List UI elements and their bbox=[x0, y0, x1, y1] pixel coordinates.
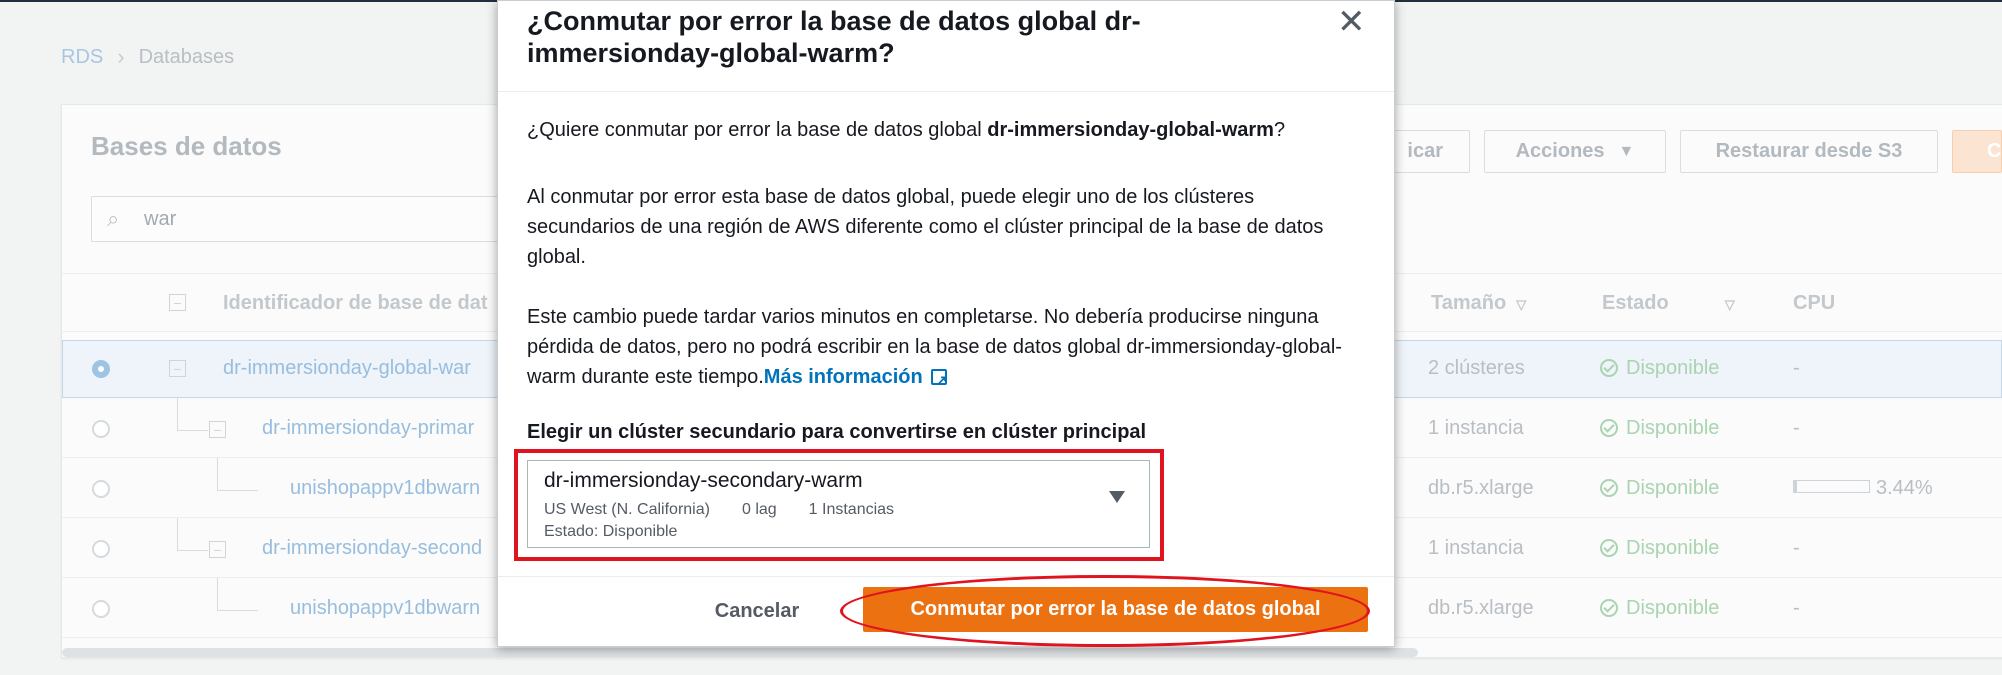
tree-connector bbox=[217, 458, 258, 491]
tree-connector bbox=[177, 398, 208, 431]
search-icon: ⌕ bbox=[107, 206, 120, 231]
actions-button[interactable]: Acciones ▼ bbox=[1484, 130, 1666, 173]
caret-down-icon bbox=[1109, 491, 1125, 503]
row-cpu: - bbox=[1793, 357, 1800, 379]
breadcrumb-current: Databases bbox=[138, 45, 235, 68]
row-identifier-link[interactable]: unishopappv1dbwarn bbox=[290, 597, 480, 620]
search-box[interactable]: ⌕ bbox=[91, 196, 513, 242]
row-cpu: - bbox=[1793, 417, 1800, 439]
check-circle-icon bbox=[1600, 479, 1618, 497]
row-size: db.r5.xlarge bbox=[1428, 477, 1534, 499]
cpu-usage-fill bbox=[1794, 481, 1797, 492]
question-db-name: dr-immersionday-global-warm bbox=[987, 119, 1274, 141]
row-identifier-link[interactable]: dr-immersionday-global-war bbox=[223, 357, 471, 380]
question-suffix: ? bbox=[1273, 119, 1286, 141]
header-status[interactable]: Estado ▽ bbox=[1602, 292, 1735, 315]
close-icon[interactable]: ✕ bbox=[1337, 2, 1366, 42]
row-status-label: Disponible bbox=[1626, 537, 1720, 559]
row-status: Disponible bbox=[1600, 477, 1719, 500]
row-cpu: - bbox=[1793, 597, 1800, 619]
row-status-label: Disponible bbox=[1626, 477, 1720, 499]
row-radio-selected[interactable] bbox=[92, 360, 110, 378]
modal-paragraph-1: Al conmutar por error esta base de datos… bbox=[527, 186, 1324, 268]
modal-question: ¿Quiere conmutar por error la base de da… bbox=[527, 115, 1357, 145]
select-instances: 1 Instancias bbox=[808, 501, 895, 518]
secondary-cluster-select[interactable]: dr-immersionday-secondary-warm US West (… bbox=[527, 460, 1150, 548]
tree-connector bbox=[217, 578, 258, 611]
row-size: 1 instancia bbox=[1428, 417, 1524, 439]
collapse-icon[interactable]: − bbox=[209, 421, 226, 438]
row-radio[interactable] bbox=[92, 540, 110, 558]
chevron-right-icon: › bbox=[117, 44, 125, 69]
select-region: US West (N. California) bbox=[544, 501, 710, 518]
check-circle-icon bbox=[1600, 539, 1618, 557]
row-identifier-link[interactable]: dr-immersionday-primar bbox=[262, 417, 474, 440]
breadcrumb: RDS › Databases bbox=[61, 44, 234, 70]
cpu-usage-bar bbox=[1793, 480, 1870, 493]
row-identifier-link[interactable]: dr-immersionday-second bbox=[262, 537, 482, 560]
select-lag: 0 lag bbox=[741, 501, 777, 518]
select-status: Estado: Disponible bbox=[544, 523, 678, 540]
confirm-failover-button[interactable]: Conmutar por error la base de datos glob… bbox=[863, 587, 1368, 632]
row-status: Disponible bbox=[1600, 537, 1719, 560]
row-status: Disponible bbox=[1600, 597, 1719, 620]
row-size: 1 instancia bbox=[1428, 537, 1524, 559]
row-status: Disponible bbox=[1600, 417, 1719, 440]
breadcrumb-rds-link[interactable]: RDS bbox=[61, 46, 103, 69]
row-size: 2 clústeres bbox=[1428, 357, 1525, 379]
modal-header: ¿Conmutar por error la base de datos glo… bbox=[498, 1, 1394, 92]
collapse-all-icon[interactable]: − bbox=[169, 294, 186, 311]
question-prefix: ¿Quiere conmutar por error la base de da… bbox=[527, 119, 988, 141]
search-input[interactable] bbox=[142, 205, 496, 233]
row-cpu-label: 3.44% bbox=[1876, 477, 1933, 499]
row-radio[interactable] bbox=[92, 480, 110, 498]
header-size-label: Tamaño bbox=[1431, 292, 1507, 314]
check-circle-icon bbox=[1600, 419, 1618, 437]
restore-s3-button-label: Restaurar desde S3 bbox=[1715, 140, 1903, 162]
row-status-label: Disponible bbox=[1626, 357, 1720, 379]
row-identifier-link[interactable]: unishopappv1dbwarn bbox=[290, 477, 480, 500]
tree-connector bbox=[177, 518, 208, 551]
row-size: db.r5.xlarge bbox=[1428, 597, 1534, 619]
header-status-label: Estado bbox=[1602, 292, 1669, 314]
create-button-label: C bbox=[1987, 140, 2002, 162]
row-radio[interactable] bbox=[92, 600, 110, 618]
row-cpu: 3.44% bbox=[1793, 477, 1933, 500]
external-link-icon[interactable] bbox=[930, 365, 947, 395]
header-identifier[interactable]: Identificador de base de dat bbox=[223, 292, 488, 315]
check-circle-icon bbox=[1600, 599, 1618, 617]
modify-button-label: icar bbox=[1407, 140, 1443, 162]
select-value: dr-immersionday-secondary-warm bbox=[544, 469, 863, 492]
create-button[interactable]: C bbox=[1952, 130, 2002, 173]
row-status: Disponible bbox=[1600, 357, 1719, 380]
row-status-label: Disponible bbox=[1626, 417, 1720, 439]
caret-down-icon: ▼ bbox=[1618, 142, 1635, 160]
row-cpu: - bbox=[1793, 537, 1800, 559]
row-status-label: Disponible bbox=[1626, 597, 1720, 619]
modal-title: ¿Conmutar por error la base de datos glo… bbox=[527, 6, 1141, 68]
cancel-button[interactable]: Cancelar bbox=[702, 591, 812, 631]
sort-icon: ▽ bbox=[1724, 297, 1735, 312]
row-radio[interactable] bbox=[92, 420, 110, 438]
failover-modal: ¿Conmutar por error la base de datos glo… bbox=[497, 0, 1395, 647]
horizontal-scrollbar[interactable] bbox=[62, 648, 1418, 657]
actions-button-label: Acciones bbox=[1515, 140, 1605, 162]
restore-s3-button[interactable]: Restaurar desde S3 bbox=[1680, 130, 1938, 173]
header-cpu[interactable]: CPU bbox=[1793, 292, 1835, 315]
modal-paragraph-2: Este cambio puede tardar varios minutos … bbox=[527, 302, 1357, 395]
more-info-link[interactable]: Más información bbox=[764, 366, 923, 388]
check-circle-icon bbox=[1600, 359, 1618, 377]
select-cluster-label: Elegir un clúster secundario para conver… bbox=[527, 421, 1147, 443]
select-meta: US West (N. California) 0 lag 1 Instanci… bbox=[544, 501, 894, 519]
sort-icon: ▽ bbox=[1516, 297, 1527, 312]
collapse-icon[interactable]: − bbox=[169, 360, 186, 377]
header-size[interactable]: Tamaño ▽ bbox=[1431, 292, 1526, 315]
collapse-icon[interactable]: − bbox=[209, 541, 226, 558]
panel-title: Bases de datos bbox=[91, 131, 282, 161]
modal-footer-divider bbox=[498, 576, 1394, 577]
